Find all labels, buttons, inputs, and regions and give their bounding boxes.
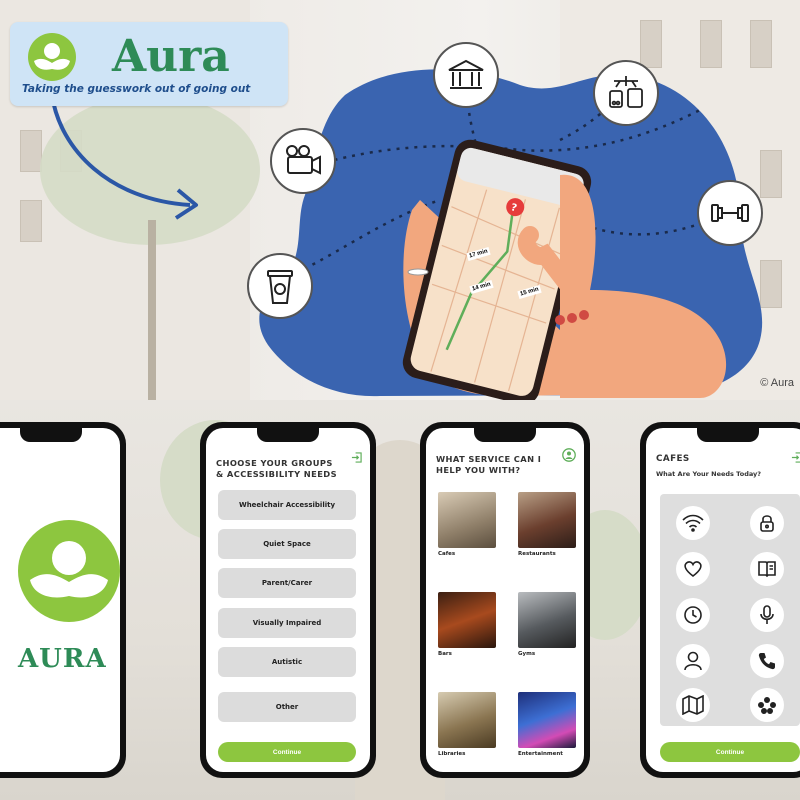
phone-cafes: CAFES What Are Your Needs Today? Continu… bbox=[640, 422, 800, 778]
phone-services: WHAT SERVICE CAN I HELP YOU WITH? Cafes … bbox=[420, 422, 590, 778]
service-tile-libraries[interactable]: Libraries bbox=[438, 692, 496, 757]
option-quiet-space[interactable]: Quiet Space bbox=[218, 529, 356, 559]
book-icon[interactable] bbox=[750, 552, 784, 586]
cafes-subtitle: What Are Your Needs Today? bbox=[656, 470, 762, 478]
exit-icon[interactable] bbox=[351, 452, 362, 463]
needs-panel bbox=[660, 494, 800, 726]
service-label: Libraries bbox=[438, 751, 466, 757]
service-tile-gyms[interactable]: Gyms bbox=[518, 592, 576, 657]
phone-notch bbox=[697, 428, 759, 442]
microphone-icon[interactable] bbox=[750, 598, 784, 632]
services-screen: WHAT SERVICE CAN I HELP YOU WITH? Cafes … bbox=[426, 428, 584, 772]
splash-brand: AURA bbox=[18, 644, 107, 674]
hero-banner: ? 17 min 14 min 15 min Aura Taking the g… bbox=[0, 0, 800, 400]
option-other[interactable]: Other bbox=[218, 692, 356, 722]
lock-icon[interactable] bbox=[750, 506, 784, 540]
group-icon[interactable] bbox=[750, 688, 784, 722]
wifi-icon[interactable] bbox=[676, 506, 710, 540]
brand-header: Aura Taking the guesswork out of going o… bbox=[10, 22, 288, 106]
coffee-icon bbox=[247, 253, 313, 319]
screens-showcase: AURA CHOOSE YOUR GROUPS & ACCESSIBILITY … bbox=[0, 400, 800, 800]
continue-button[interactable]: Continue bbox=[660, 742, 800, 762]
exit-icon[interactable] bbox=[791, 452, 800, 463]
cinema-icon bbox=[270, 128, 336, 194]
phone-groups: CHOOSE YOUR GROUPS & ACCESSIBILITY NEEDS… bbox=[200, 422, 376, 778]
bars-image bbox=[438, 592, 496, 648]
service-label: Entertainment bbox=[518, 751, 563, 757]
groups-title-line2: & ACCESSIBILITY NEEDS bbox=[216, 469, 337, 479]
profile-icon[interactable] bbox=[562, 448, 576, 462]
phone-notch bbox=[20, 428, 82, 442]
transport-icon bbox=[593, 60, 659, 126]
service-label: Cafes bbox=[438, 551, 456, 557]
entertainment-image bbox=[518, 692, 576, 748]
libraries-image bbox=[438, 692, 496, 748]
service-tile-cafes[interactable]: Cafes bbox=[438, 492, 496, 557]
service-tile-entertainment[interactable]: Entertainment bbox=[518, 692, 576, 757]
services-title-line2: HELP YOU WITH? bbox=[436, 465, 521, 475]
cafes-title: CAFES bbox=[656, 454, 690, 464]
service-tile-restaurants[interactable]: Restaurants bbox=[518, 492, 576, 557]
phone-splash: AURA bbox=[0, 422, 126, 778]
splash-screen: AURA bbox=[0, 428, 120, 772]
option-visually-impaired[interactable]: Visually Impaired bbox=[218, 608, 356, 638]
aura-logo-icon bbox=[18, 520, 120, 622]
service-label: Gyms bbox=[518, 651, 536, 657]
phone-notch bbox=[257, 428, 319, 442]
option-autistic[interactable]: Autistic bbox=[218, 647, 356, 677]
person-icon[interactable] bbox=[676, 644, 710, 678]
continue-button[interactable]: Continue bbox=[218, 742, 356, 762]
groups-screen: CHOOSE YOUR GROUPS & ACCESSIBILITY NEEDS… bbox=[206, 428, 370, 772]
clock-icon[interactable] bbox=[676, 598, 710, 632]
brand-tagline: Taking the guesswork out of going out bbox=[22, 83, 251, 95]
cafes-screen: CAFES What Are Your Needs Today? Continu… bbox=[646, 428, 800, 772]
brand-name: Aura bbox=[112, 31, 230, 82]
arrow-icon bbox=[50, 94, 191, 207]
copyright-text: © Aura bbox=[760, 377, 794, 389]
cafes-image bbox=[438, 492, 496, 548]
phone-icon[interactable] bbox=[750, 644, 784, 678]
service-label: Bars bbox=[438, 651, 452, 657]
service-label: Restaurants bbox=[518, 551, 556, 557]
museum-icon bbox=[433, 42, 499, 108]
map-icon[interactable] bbox=[676, 688, 710, 722]
gyms-image bbox=[518, 592, 576, 648]
heart-icon[interactable] bbox=[676, 552, 710, 586]
phone-notch bbox=[474, 428, 536, 442]
gym-icon bbox=[697, 180, 763, 246]
option-parent-carer[interactable]: Parent/Carer bbox=[218, 568, 356, 598]
restaurants-image bbox=[518, 492, 576, 548]
service-tile-bars[interactable]: Bars bbox=[438, 592, 496, 657]
groups-title-line1: CHOOSE YOUR GROUPS bbox=[216, 458, 333, 468]
aura-logo-icon bbox=[28, 33, 76, 81]
services-title-line1: WHAT SERVICE CAN I bbox=[436, 454, 542, 464]
option-wheelchair[interactable]: Wheelchair Accessibility bbox=[218, 490, 356, 520]
